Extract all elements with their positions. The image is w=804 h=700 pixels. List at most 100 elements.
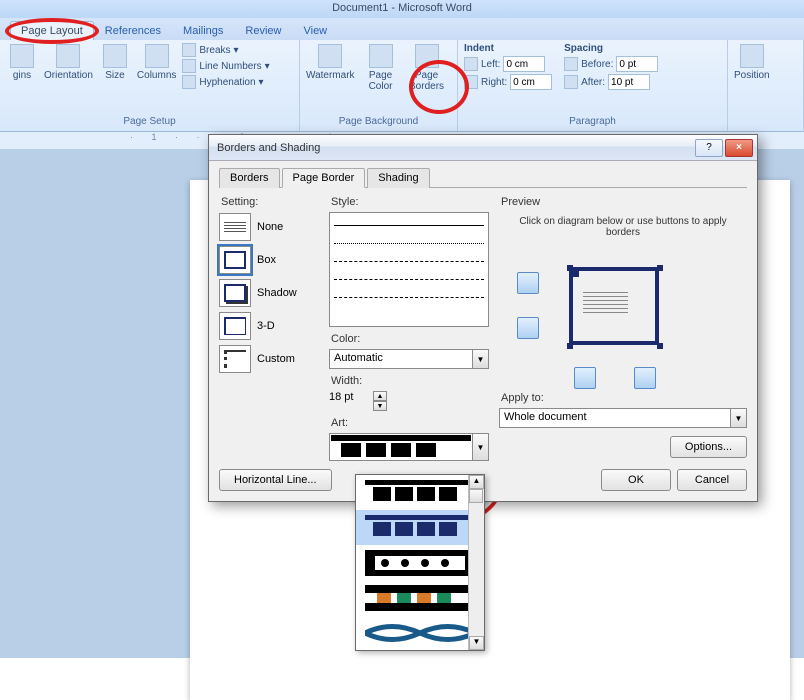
indent-right-icon [464,75,478,89]
preview-label: Preview [499,196,747,208]
setting-box[interactable]: Box [219,246,319,274]
columns-button[interactable]: Columns [135,42,178,83]
horizontal-line-button[interactable]: Horizontal Line... [219,469,332,491]
ribbon-tabs: Page Layout References Mailings Review V… [0,18,804,40]
color-label: Color: [329,333,489,345]
spacing-before-row[interactable]: Before: [562,55,660,73]
orientation-button[interactable]: Orientation [42,42,95,83]
width-up[interactable]: ▲ [373,391,387,401]
art-scroll-thumb[interactable] [469,489,483,503]
art-scrollbar[interactable]: ▲ ▼ [468,475,484,650]
margins-icon [10,44,34,68]
art-option-2[interactable] [356,510,484,545]
breaks-button[interactable]: Breaks ▾ [180,42,271,58]
spacing-legend: Spacing [562,42,660,55]
tab-mailings[interactable]: Mailings [172,21,234,40]
line-numbers-icon [182,59,196,73]
spacing-before-input[interactable] [616,56,658,72]
art-selected-preview [331,435,471,457]
art-label: Art: [329,417,489,429]
setting-label: Setting: [219,196,319,208]
width-spinner[interactable]: 18 pt ▲▼ [329,391,389,411]
tab-shading[interactable]: Shading [367,168,429,188]
app-title: Document1 - Microsoft Word [0,0,804,14]
ok-button[interactable]: OK [601,469,671,491]
hyphenation-icon [182,75,196,89]
color-combo-dropdown[interactable]: ▼ [473,349,489,369]
dialog-tabs: Borders Page Border Shading [219,167,747,188]
page-borders-icon [415,44,439,68]
art-option-4[interactable] [356,580,484,615]
style-list[interactable] [329,212,489,327]
dialog-help-button[interactable]: ? [695,139,723,157]
borders-and-shading-dialog: Borders and Shading ? × Borders Page Bor… [208,134,758,502]
title-bar: Document1 - Microsoft Word [0,0,804,18]
dialog-close-button[interactable]: × [725,139,753,157]
preview-left-border-toggle[interactable] [574,367,596,389]
page-borders-button[interactable]: Page Borders [405,42,449,94]
apply-to-dropdown[interactable]: ▼ [731,408,747,428]
orientation-icon [56,44,80,68]
position-button[interactable]: Position [732,42,772,83]
margins-button[interactable]: gins [4,42,40,83]
preview-page[interactable] [569,267,659,345]
line-numbers-button[interactable]: Line Numbers ▾ [180,58,271,74]
width-down[interactable]: ▼ [373,401,387,411]
page-color-icon [369,44,393,68]
indent-left-input[interactable] [503,56,545,72]
group-label-page-setup: Page Setup [4,114,295,129]
indent-right-row[interactable]: Right: [462,73,554,91]
tab-review[interactable]: Review [234,21,292,40]
indent-left-row[interactable]: Left: [462,55,554,73]
position-icon [740,44,764,68]
spacing-before-icon [564,57,578,71]
indent-legend: Indent [462,42,554,55]
columns-icon [145,44,169,68]
setting-none[interactable]: None [219,213,319,241]
art-option-1[interactable] [356,475,484,510]
preview-bottom-border-toggle[interactable] [517,317,539,339]
tab-borders[interactable]: Borders [219,168,280,188]
dialog-titlebar[interactable]: Borders and Shading ? × [209,135,757,161]
size-icon [103,44,127,68]
preview-top-border-toggle[interactable] [517,272,539,294]
art-scroll-up[interactable]: ▲ [469,475,484,489]
preview-right-border-toggle[interactable] [634,367,656,389]
options-button[interactable]: Options... [670,436,747,458]
width-label: Width: [329,375,489,387]
indent-left-icon [464,57,478,71]
dialog-title: Borders and Shading [217,142,320,154]
art-scroll-down[interactable]: ▼ [469,636,484,650]
color-combo[interactable]: Automatic ▼ [329,349,489,369]
style-label: Style: [329,196,489,208]
art-combo[interactable]: ▼ [329,433,489,461]
tab-references[interactable]: References [94,21,172,40]
spacing-after-icon [564,75,578,89]
setting-custom[interactable]: Custom [219,345,319,373]
apply-to-combo[interactable]: Whole document ▼ [499,408,747,428]
page-color-button[interactable]: Page Color [359,42,403,94]
ribbon: gins Orientation Size Columns Breaks ▾ L… [0,40,804,132]
setting-3d[interactable]: 3-D [219,312,319,340]
spacing-after-input[interactable] [608,74,650,90]
size-button[interactable]: Size [97,42,133,83]
group-label-page-background: Page Background [304,114,453,129]
cancel-button[interactable]: Cancel [677,469,747,491]
art-option-3[interactable] [356,545,484,580]
group-label-paragraph: Paragraph [462,114,723,129]
art-dropdown-list[interactable]: ▲ ▼ [355,474,485,651]
preview-area: Click on diagram below or use buttons to… [499,212,747,392]
watermark-icon [318,44,342,68]
art-option-5[interactable] [356,615,484,650]
art-combo-dropdown[interactable]: ▼ [473,433,489,461]
setting-shadow[interactable]: Shadow [219,279,319,307]
indent-right-input[interactable] [510,74,552,90]
breaks-icon [182,43,196,57]
watermark-button[interactable]: Watermark [304,42,357,83]
tab-page-layout[interactable]: Page Layout [10,21,94,40]
hyphenation-button[interactable]: Hyphenation ▾ [180,74,271,90]
tab-view[interactable]: View [292,21,338,40]
preview-hint: Click on diagram below or use buttons to… [499,212,747,242]
tab-page-border[interactable]: Page Border [282,168,366,188]
spacing-after-row[interactable]: After: [562,73,660,91]
